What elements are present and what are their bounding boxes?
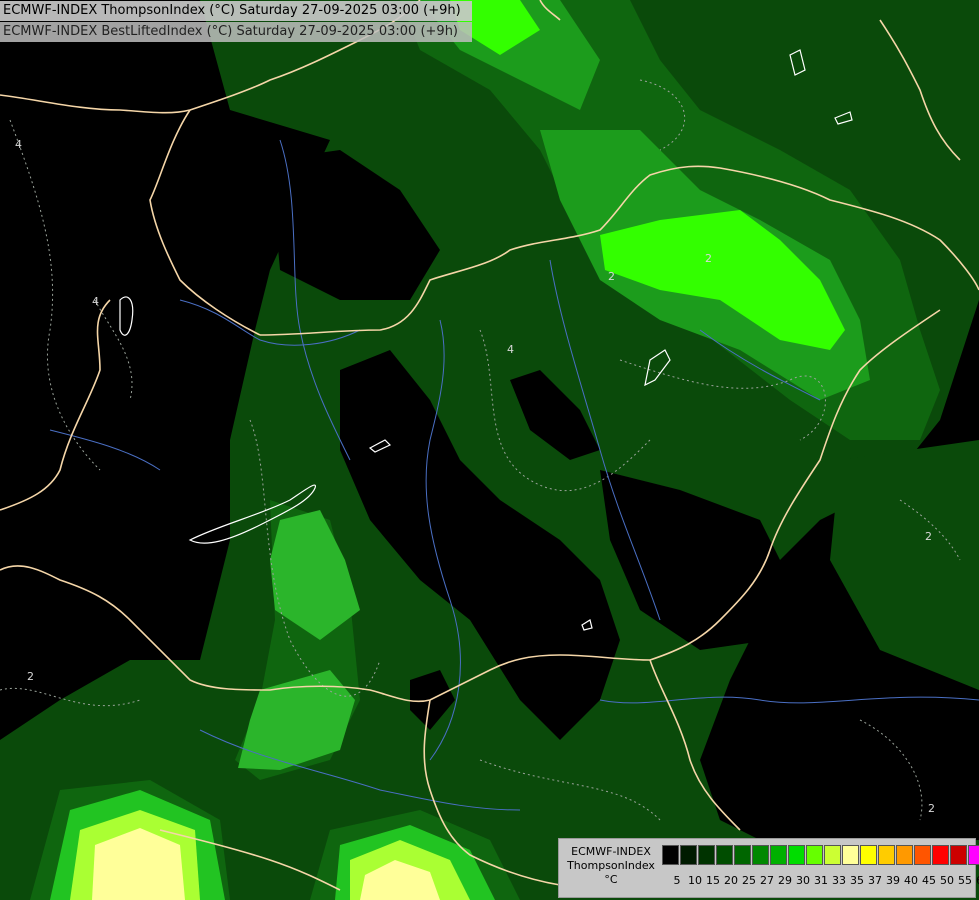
legend-swatches <box>662 845 979 865</box>
legend-tick-label: 20 <box>724 874 738 887</box>
weather-map: 4 4 4 2 2 2 2 2 <box>0 0 979 900</box>
legend-swatch <box>824 845 841 865</box>
contour-label: 2 <box>27 670 34 683</box>
legend-swatch <box>698 845 715 865</box>
legend-swatch <box>680 845 697 865</box>
legend-model: ECMWF-INDEX <box>571 845 651 858</box>
legend-swatch <box>878 845 895 865</box>
legend-swatch <box>752 845 769 865</box>
legend-swatch <box>716 845 733 865</box>
contour-label: 4 <box>15 138 22 151</box>
legend-swatch <box>734 845 751 865</box>
contour-label: 4 <box>92 295 99 308</box>
legend-tick-label: 35 <box>850 874 864 887</box>
map-viewport: 4 4 4 2 2 2 2 2 ECMWF-INDEX ThompsonInde… <box>0 0 979 900</box>
legend-tick-label: 25 <box>742 874 756 887</box>
legend-tick-label: 40 <box>904 874 918 887</box>
legend-ticks: 51015202527293031333537394045505560 <box>662 874 979 888</box>
legend-tick-label: 45 <box>922 874 936 887</box>
legend-swatch <box>968 845 979 865</box>
legend-swatch <box>842 845 859 865</box>
legend-tick-label: 37 <box>868 874 882 887</box>
legend-swatch <box>788 845 805 865</box>
legend-title: ECMWF-INDEX ThompsonIndex °C <box>561 845 661 887</box>
legend-tick-label: 31 <box>814 874 828 887</box>
contour-label: 2 <box>925 530 932 543</box>
legend-swatch <box>914 845 931 865</box>
contour-label: 4 <box>507 343 514 356</box>
legend-tick-label: 39 <box>886 874 900 887</box>
color-legend: ECMWF-INDEX ThompsonIndex °C 5 10 15 20 25 27… <box>558 838 979 898</box>
legend-tick-label: 10 <box>688 874 702 887</box>
legend-swatch <box>770 845 787 865</box>
legend-tick-label: 5 <box>673 874 681 887</box>
legend-tick-label: 50 <box>940 874 954 887</box>
legend-swatch <box>950 845 967 865</box>
legend-parameter: ThompsonIndex <box>567 859 655 872</box>
legend-tick-label: 33 <box>832 874 846 887</box>
map-title-secondary: ECMWF-INDEX BestLiftedIndex (°C) Saturda… <box>0 22 472 42</box>
legend-tick-label: 55 <box>958 874 972 887</box>
legend-unit: °C <box>604 873 618 886</box>
legend-tick-label: 27 <box>760 874 774 887</box>
legend-tick-label: 15 <box>706 874 720 887</box>
contour-label: 2 <box>705 252 712 265</box>
legend-tick-label: 29 <box>778 874 792 887</box>
contour-label: 2 <box>928 802 935 815</box>
map-title-primary: ECMWF-INDEX ThompsonIndex (°C) Saturday … <box>0 1 472 21</box>
contour-label: 2 <box>608 270 615 283</box>
legend-swatch <box>932 845 949 865</box>
legend-swatch <box>662 845 679 865</box>
legend-tick-label: 30 <box>796 874 810 887</box>
legend-swatch <box>806 845 823 865</box>
legend-swatch <box>896 845 913 865</box>
legend-swatch <box>860 845 877 865</box>
